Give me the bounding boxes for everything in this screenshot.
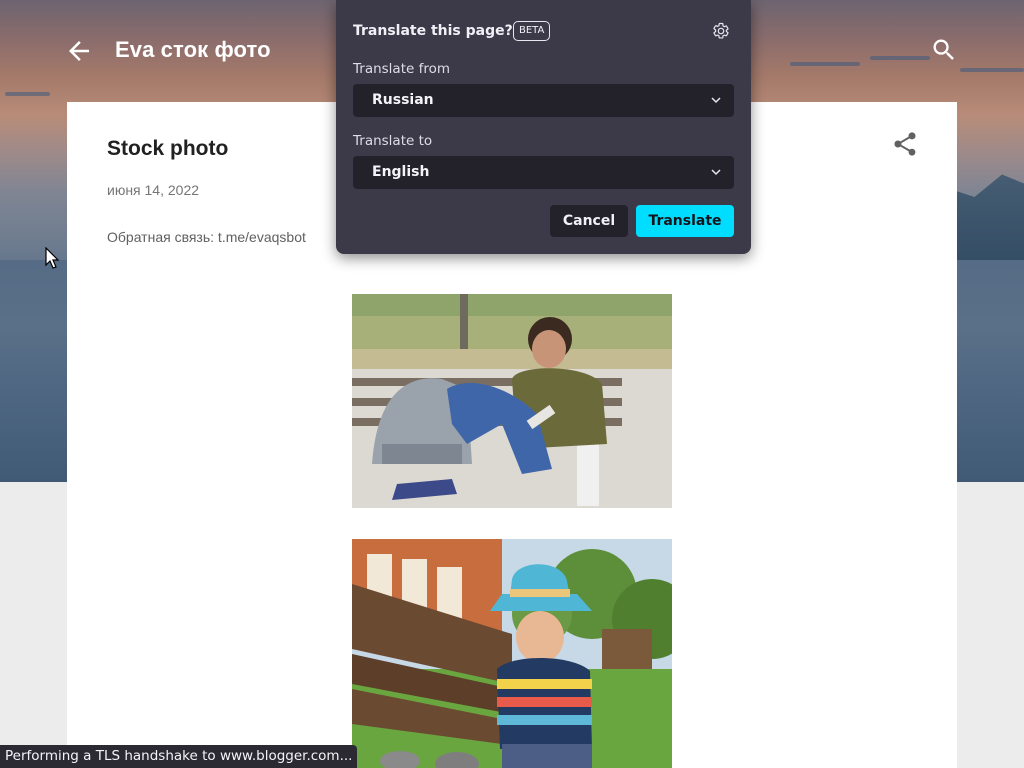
arrow-left-icon xyxy=(69,41,89,61)
translate-popup-title: Translate this page? xyxy=(353,23,513,39)
search-button[interactable] xyxy=(930,36,958,64)
post-photo-boy-on-bench[interactable] xyxy=(352,294,672,508)
share-icon xyxy=(894,132,916,156)
translate-from-label: Translate from xyxy=(353,61,451,77)
translate-popup: Translate this page? BETA Translate from… xyxy=(336,0,751,254)
translate-button[interactable]: Translate xyxy=(636,205,734,237)
back-button[interactable] xyxy=(64,36,94,66)
chevron-down-icon xyxy=(711,169,721,176)
translate-to-value: English xyxy=(372,164,430,180)
post-photo-boy-with-hat[interactable] xyxy=(352,539,672,768)
photo-boy-with-hat xyxy=(352,539,672,768)
mouse-cursor-icon xyxy=(45,247,60,269)
translate-from-value: Russian xyxy=(372,92,434,108)
gear-icon xyxy=(713,22,729,39)
post-title[interactable]: Stock photo xyxy=(107,137,228,161)
chevron-down-icon xyxy=(711,97,721,104)
search-icon xyxy=(933,39,954,60)
photo-boy-with-backpack xyxy=(352,294,672,508)
beta-badge: BETA xyxy=(513,21,551,41)
translate-from-select[interactable]: Russian xyxy=(353,84,734,117)
share-button[interactable] xyxy=(891,130,919,158)
cancel-button[interactable]: Cancel xyxy=(550,205,628,237)
translate-settings-button[interactable] xyxy=(712,22,730,40)
translate-to-label: Translate to xyxy=(353,133,433,149)
translate-to-select[interactable]: English xyxy=(353,156,734,189)
post-feedback-text: Обратная связь: t.me/evaqsbot xyxy=(107,229,306,245)
status-bar: Performing a TLS handshake to www.blogge… xyxy=(0,745,358,768)
post-date[interactable]: июня 14, 2022 xyxy=(107,182,199,198)
blog-title[interactable]: Eva сток фото xyxy=(115,37,271,63)
